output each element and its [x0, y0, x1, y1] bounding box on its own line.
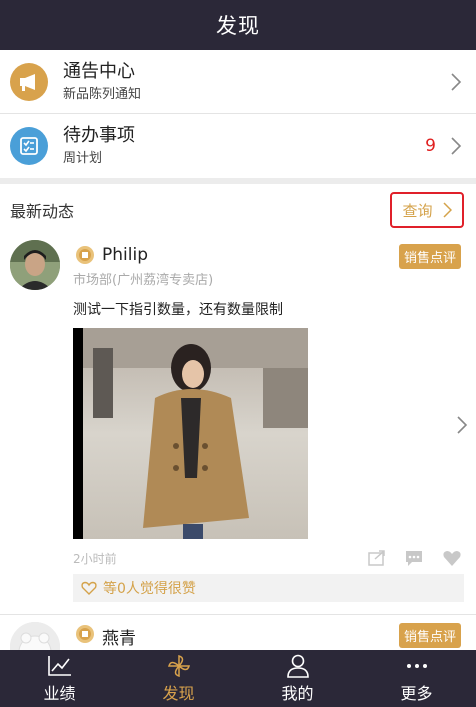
tab-label: 发现: [162, 683, 195, 703]
post-text: 测试一下指引数量，还有数量限制: [73, 302, 283, 318]
page-title: 发现: [216, 14, 260, 38]
user-name[interactable]: Philip: [102, 245, 148, 265]
bottom-tab-bar: 业绩 发现 我的 更多: [0, 650, 476, 707]
more-icon: [406, 663, 427, 668]
heart-icon[interactable]: [442, 549, 462, 567]
share-icon[interactable]: [367, 549, 387, 567]
query-button[interactable]: 查询: [390, 192, 464, 228]
chevron-right-icon: [451, 137, 462, 155]
chevron-right-icon[interactable]: [456, 416, 468, 434]
megaphone-icon: [10, 63, 48, 101]
pinwheel-icon: [167, 654, 190, 677]
department: 市场部(广州荔湾专卖店): [73, 273, 214, 288]
menu-item-announcements[interactable]: 通告中心 新品陈列通知: [0, 50, 476, 114]
avatar[interactable]: [10, 240, 60, 290]
checklist-icon: [10, 127, 48, 165]
menu-title: 通告中心: [63, 61, 135, 82]
user-name[interactable]: 燕青: [102, 624, 136, 649]
tab-mine[interactable]: 我的: [238, 650, 357, 707]
comment-icon[interactable]: [404, 549, 424, 567]
chevron-right-icon: [451, 73, 462, 91]
post-image[interactable]: [73, 328, 308, 539]
heart-outline-icon: [81, 581, 97, 595]
chevron-right-icon: [442, 202, 452, 218]
category-tag: 销售点评: [399, 244, 462, 269]
tab-label: 业绩: [43, 683, 76, 703]
menu-subtitle: 新品陈列通知: [63, 87, 142, 102]
tab-more[interactable]: 更多: [357, 650, 476, 707]
tab-discover[interactable]: 发现: [119, 650, 238, 707]
tab-label: 我的: [281, 683, 314, 703]
section-title: 最新动态: [10, 202, 75, 221]
likes-text: 等0人觉得很赞: [103, 581, 196, 597]
chart-icon: [47, 655, 71, 676]
section-divider: [0, 178, 476, 184]
divider: [0, 614, 476, 615]
post-time: 2小时前: [73, 552, 117, 566]
medal-icon: [76, 246, 94, 264]
medal-icon: [76, 625, 94, 643]
todo-count-badge: 9: [425, 136, 436, 156]
top-bar: 发现: [0, 0, 476, 50]
likes-bar: 等0人觉得很赞: [73, 574, 464, 602]
query-label: 查询: [402, 201, 433, 220]
menu-subtitle: 周计划: [63, 151, 103, 166]
tab-label: 更多: [400, 683, 433, 703]
section-header: 最新动态 查询: [0, 186, 476, 234]
menu-item-todos[interactable]: 待办事项 周计划 9: [0, 114, 476, 178]
menu-title: 待办事项: [63, 125, 135, 146]
tab-performance[interactable]: 业绩: [0, 650, 119, 707]
user-icon: [286, 654, 309, 678]
category-tag: 销售点评: [399, 623, 462, 648]
